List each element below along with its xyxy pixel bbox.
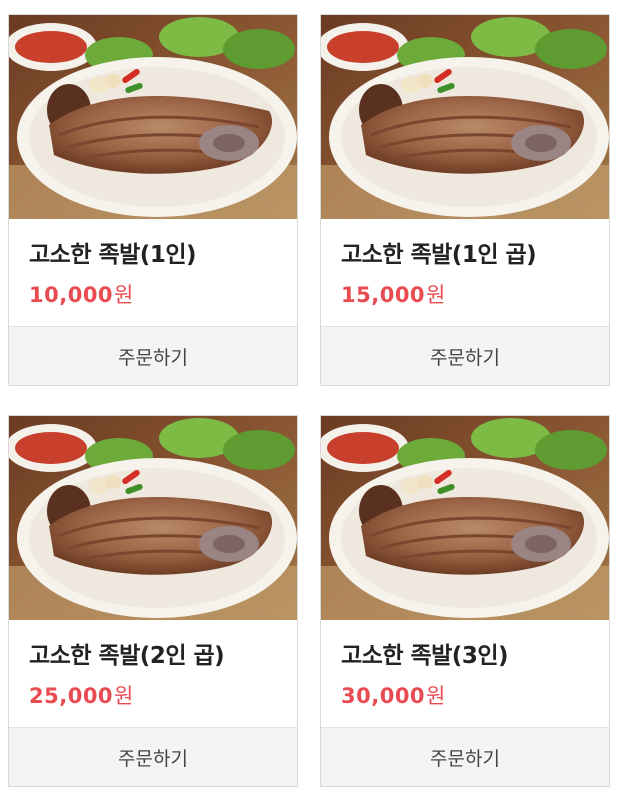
order-button[interactable]: 주문하기: [9, 326, 297, 385]
price-currency: 원: [114, 283, 134, 307]
price-amount: 25,000: [29, 684, 114, 708]
price-amount: 10,000: [29, 283, 114, 307]
product-image[interactable]: [321, 416, 609, 620]
product-name: 고소한 족발(1인 곱): [341, 242, 537, 268]
product-card[interactable]: 고소한 족발(1인) 10,000원 주문하기: [8, 14, 298, 386]
product-name: 고소한 족발(2인 곱): [29, 643, 225, 669]
price-currency: 원: [426, 684, 446, 708]
price-amount: 30,000: [341, 684, 426, 708]
price-currency: 원: [426, 283, 446, 307]
product-name: 고소한 족발(1인): [29, 242, 197, 268]
product-image[interactable]: [9, 15, 297, 219]
order-button[interactable]: 주문하기: [9, 727, 297, 786]
product-image[interactable]: [321, 15, 609, 219]
product-grid: 고소한 족발(1인) 10,000원 주문하기 고소한 족발(1인 곱) 15,…: [0, 0, 618, 805]
product-price: 10,000원: [29, 279, 133, 309]
product-card[interactable]: 고소한 족발(1인 곱) 15,000원 주문하기: [320, 14, 610, 386]
price-amount: 15,000: [341, 283, 426, 307]
product-price: 25,000원: [29, 680, 133, 710]
order-button[interactable]: 주문하기: [321, 326, 609, 385]
product-image[interactable]: [9, 416, 297, 620]
product-card[interactable]: 고소한 족발(2인 곱) 25,000원 주문하기: [8, 415, 298, 787]
product-price: 15,000원: [341, 279, 445, 309]
order-button[interactable]: 주문하기: [321, 727, 609, 786]
price-currency: 원: [114, 684, 134, 708]
product-card[interactable]: 고소한 족발(3인) 30,000원 주문하기: [320, 415, 610, 787]
product-price: 30,000원: [341, 680, 445, 710]
product-name: 고소한 족발(3인): [341, 643, 509, 669]
